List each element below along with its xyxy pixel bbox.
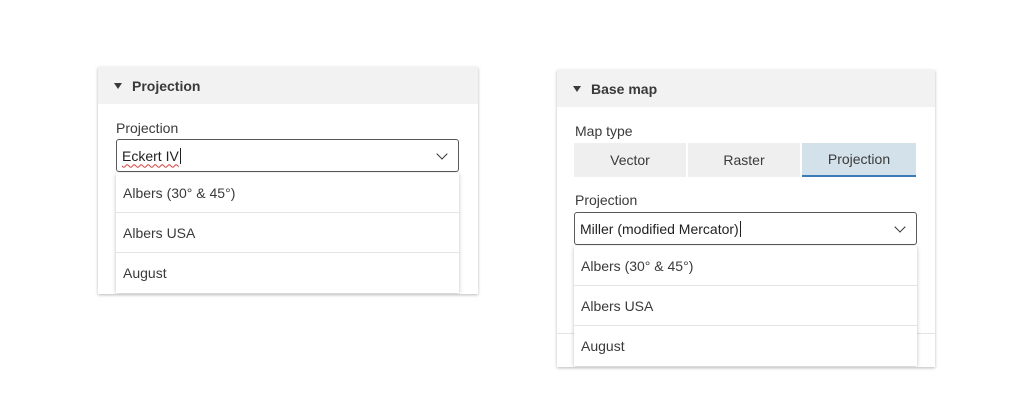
dropdown-option[interactable]: Albers (30° & 45°) [574, 246, 917, 286]
section-title: Base map [591, 80, 658, 97]
map-type-raster-button[interactable]: Raster [688, 143, 800, 177]
caret-down-icon [114, 82, 122, 89]
projection-section-header[interactable]: Projection [98, 67, 478, 104]
map-type-label: Map type [575, 123, 633, 139]
text-cursor [179, 147, 181, 164]
caret-down-icon [573, 85, 581, 92]
dropdown-option[interactable]: Albers USA [574, 286, 917, 326]
projection-select[interactable]: Miller (modified Mercator) [574, 212, 917, 245]
section-title: Projection [132, 77, 201, 94]
projection-panel: Projection Projection Eckert IV Albers (… [98, 67, 478, 294]
projection-select[interactable]: Eckert IV [116, 139, 459, 172]
projection-input-text: Miller (modified Mercator) [580, 220, 739, 237]
dropdown-option[interactable]: August [116, 253, 459, 293]
projection-dropdown-list: Albers (30° & 45°) Albers USA August [574, 246, 917, 366]
chevron-down-icon[interactable] [894, 220, 906, 233]
projection-field-label: Projection [116, 120, 179, 136]
dropdown-option[interactable]: Albers (30° & 45°) [116, 173, 459, 213]
map-type-vector-button[interactable]: Vector [574, 143, 686, 177]
projection-dropdown-list: Albers (30° & 45°) Albers USA August [116, 173, 459, 293]
dropdown-option[interactable]: August [574, 326, 917, 366]
dropdown-option[interactable]: Albers USA [116, 213, 459, 253]
chevron-down-icon[interactable] [436, 147, 448, 160]
projection-input-text: Eckert IV [122, 147, 179, 164]
map-type-segmented-control: Vector Raster Projection [574, 143, 916, 177]
base-map-panel: Base map Map type Vector Raster Projecti… [557, 70, 935, 367]
projection-select-value[interactable]: Miller (modified Mercator) [580, 220, 896, 237]
projection-select-value[interactable]: Eckert IV [122, 147, 438, 164]
text-cursor [739, 220, 741, 237]
map-type-projection-button[interactable]: Projection [802, 143, 916, 177]
base-map-section-header[interactable]: Base map [557, 70, 935, 107]
projection-field-label: Projection [575, 192, 638, 208]
